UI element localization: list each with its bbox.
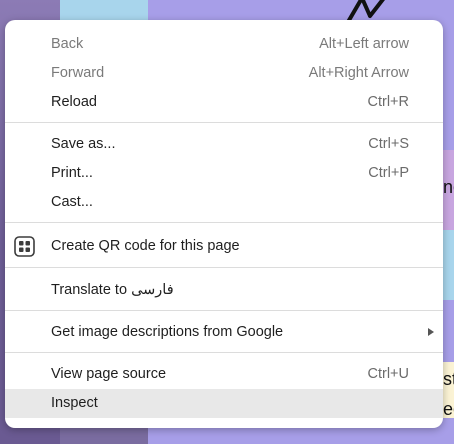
menu-item-label: Save as... xyxy=(51,136,116,152)
menu-item-view-page-source[interactable]: View page source Ctrl+U xyxy=(5,360,443,389)
menu-item-label: Cast... xyxy=(51,194,93,210)
menu-separator xyxy=(5,222,443,223)
menu-item-label: Reload xyxy=(51,94,97,110)
menu-item-create-qr-code[interactable]: Create QR code for this page xyxy=(5,232,443,261)
menu-item-label: Inspect xyxy=(51,395,98,411)
menu-separator xyxy=(5,122,443,123)
background-text: ne xyxy=(443,177,454,197)
menu-item-print[interactable]: Print... Ctrl+P xyxy=(5,159,443,188)
menu-item-shortcut: Ctrl+U xyxy=(367,366,410,382)
menu-item-label: Translate to فارسی xyxy=(51,282,174,298)
menu-separator xyxy=(5,267,443,268)
menu-item-reload[interactable]: Reload Ctrl+R xyxy=(5,88,443,117)
menu-item-label: Get image descriptions from Google xyxy=(51,324,284,340)
menu-item-label: Forward xyxy=(51,65,105,81)
menu-item-shortcut: Alt+Right Arrow xyxy=(308,65,409,81)
menu-item-inspect[interactable]: Inspect xyxy=(5,389,443,418)
menu-item-forward[interactable]: Forward Alt+Right Arrow xyxy=(5,59,443,88)
qr-code-icon xyxy=(14,236,35,257)
menu-item-back[interactable]: Back Alt+Left arrow xyxy=(5,30,443,59)
chevron-right-icon xyxy=(428,328,434,336)
menu-item-label: Create QR code for this page xyxy=(51,238,240,254)
menu-item-shortcut: Ctrl+P xyxy=(368,165,409,181)
menu-item-label: View page source xyxy=(51,366,167,382)
menu-item-shortcut: Alt+Left arrow xyxy=(319,36,409,52)
menu-separator xyxy=(5,352,443,353)
menu-item-cast[interactable]: Cast... xyxy=(5,188,443,217)
background-text: st xyxy=(443,369,454,389)
menu-item-translate[interactable]: Translate to فارسی xyxy=(5,276,443,305)
menu-item-label: Print... xyxy=(51,165,93,181)
context-menu: Back Alt+Left arrow Forward Alt+Right Ar… xyxy=(5,20,443,428)
menu-item-shortcut: Ctrl+S xyxy=(368,136,409,152)
menu-item-label: Back xyxy=(51,36,84,52)
menu-item-image-descriptions[interactable]: Get image descriptions from Google xyxy=(5,318,443,347)
background-text: ec xyxy=(443,399,454,419)
background-top-block xyxy=(60,0,148,22)
menu-separator xyxy=(5,310,443,311)
menu-item-shortcut: Ctrl+R xyxy=(367,94,410,110)
menu-item-save-as[interactable]: Save as... Ctrl+S xyxy=(5,130,443,159)
